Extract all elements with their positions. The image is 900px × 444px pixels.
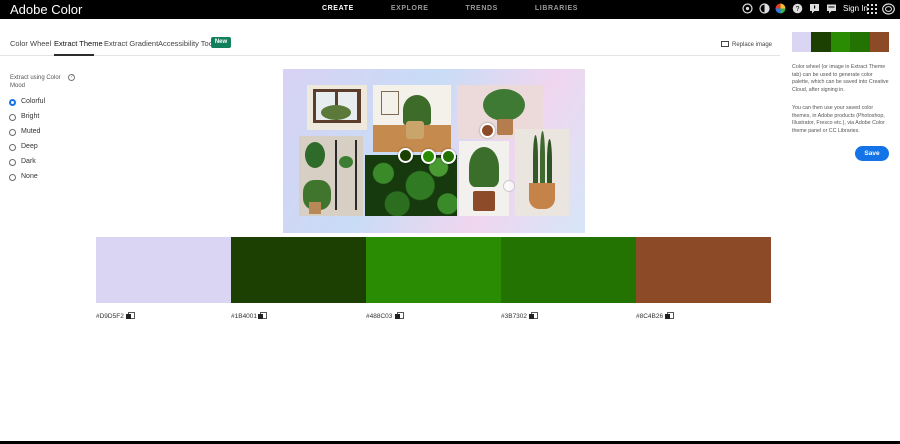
- mood-label: None: [21, 173, 38, 180]
- color-palette: [96, 237, 771, 303]
- color-wheel-icon[interactable]: [775, 3, 786, 14]
- photo-leaves: [365, 155, 457, 216]
- radio-dark[interactable]: [9, 159, 16, 166]
- uploaded-image[interactable]: [283, 69, 585, 233]
- mini-swatch-1: [792, 32, 812, 52]
- contrast-icon[interactable]: [759, 3, 770, 14]
- palette-swatch-5[interactable]: [636, 237, 771, 303]
- adobe-cc-icon[interactable]: [882, 3, 895, 15]
- mini-palette: [792, 32, 890, 52]
- tab-divider: [0, 55, 780, 56]
- tab-extract-theme[interactable]: Extract Theme: [54, 39, 103, 48]
- mini-swatch-5: [869, 32, 890, 52]
- color-picker-3[interactable]: [421, 149, 436, 164]
- mini-swatch-2: [811, 32, 831, 52]
- mood-label: Colorful: [21, 98, 46, 105]
- alert-icon[interactable]: [809, 3, 820, 14]
- info-icon[interactable]: ?: [68, 74, 75, 81]
- photo-shelf: [299, 136, 363, 216]
- color-picker-4[interactable]: [441, 149, 456, 164]
- new-badge: New: [211, 37, 231, 48]
- svg-text:?: ?: [796, 6, 800, 13]
- sidebar-info-text-1: Color wheel (or image in Extract Theme t…: [792, 64, 889, 93]
- tab-accessibility-tools[interactable]: Accessibility Tools: [158, 39, 218, 48]
- copy-icon[interactable]: [258, 312, 267, 320]
- top-bar: Adobe Color CREATE EXPLORE TRENDS LIBRAR…: [0, 0, 900, 19]
- copy-icon[interactable]: [126, 312, 135, 320]
- hex-value-5[interactable]: #8C4B26: [636, 313, 663, 320]
- mini-swatch-3: [830, 32, 851, 52]
- help-icon[interactable]: ?: [792, 3, 803, 14]
- nav-create[interactable]: CREATE: [322, 5, 354, 12]
- sign-in-link[interactable]: Sign In: [843, 4, 868, 13]
- copy-icon[interactable]: [395, 312, 404, 320]
- photo-snake-plant: [515, 129, 569, 216]
- tab-color-wheel[interactable]: Color Wheel: [10, 39, 51, 48]
- replace-image-button[interactable]: Replace image: [721, 41, 772, 48]
- hex-value-2[interactable]: #1B4001: [231, 313, 257, 320]
- copy-icon[interactable]: [529, 312, 538, 320]
- photo-table-plant: [373, 85, 451, 152]
- nav-libraries[interactable]: LIBRARIES: [535, 5, 578, 12]
- chat-icon[interactable]: [826, 3, 837, 14]
- mood-label: Muted: [21, 128, 41, 135]
- apps-grid-icon[interactable]: [867, 4, 877, 14]
- mood-label: Deep: [21, 143, 38, 150]
- gear-badge-icon[interactable]: [742, 3, 753, 14]
- radio-bright[interactable]: [9, 114, 16, 121]
- nav-trends[interactable]: TRENDS: [466, 5, 498, 12]
- tab-extract-gradient[interactable]: Extract Gradient: [104, 39, 158, 48]
- save-button[interactable]: Save: [855, 146, 889, 161]
- palette-swatch-3[interactable]: [366, 237, 501, 303]
- photo-potted-plant: [459, 141, 509, 216]
- color-mood-title: Extract using Color Mood: [10, 75, 61, 89]
- color-picker-5[interactable]: [480, 123, 495, 138]
- radio-muted[interactable]: [9, 129, 16, 136]
- copy-icon[interactable]: [665, 312, 674, 320]
- sidebar-info-text-2: You can then use your saved color themes…: [792, 105, 885, 134]
- nav-explore[interactable]: EXPLORE: [391, 5, 429, 12]
- color-picker-2[interactable]: [398, 148, 413, 163]
- hex-value-4[interactable]: #3B7302: [501, 313, 527, 320]
- color-picker-1[interactable]: [503, 180, 515, 192]
- palette-swatch-1[interactable]: [96, 237, 231, 303]
- active-tab-indicator: [54, 54, 94, 56]
- mood-label: Dark: [21, 158, 36, 165]
- mini-swatch-4: [850, 32, 870, 52]
- image-icon: [721, 41, 729, 47]
- photo-window: [307, 85, 367, 130]
- radio-colorful[interactable]: [9, 99, 16, 106]
- palette-swatch-2[interactable]: [231, 237, 366, 303]
- hex-value-1[interactable]: #D9D5F2: [96, 313, 124, 320]
- radio-none[interactable]: [9, 174, 16, 181]
- hex-value-3[interactable]: #488C03: [366, 313, 392, 320]
- app-title[interactable]: Adobe Color: [10, 2, 82, 17]
- palette-swatch-4[interactable]: [501, 237, 636, 303]
- top-nav: CREATE EXPLORE TRENDS LIBRARIES: [322, 5, 615, 12]
- mood-label: Bright: [21, 113, 40, 120]
- radio-deep[interactable]: [9, 144, 16, 151]
- replace-image-label: Replace image: [732, 42, 773, 48]
